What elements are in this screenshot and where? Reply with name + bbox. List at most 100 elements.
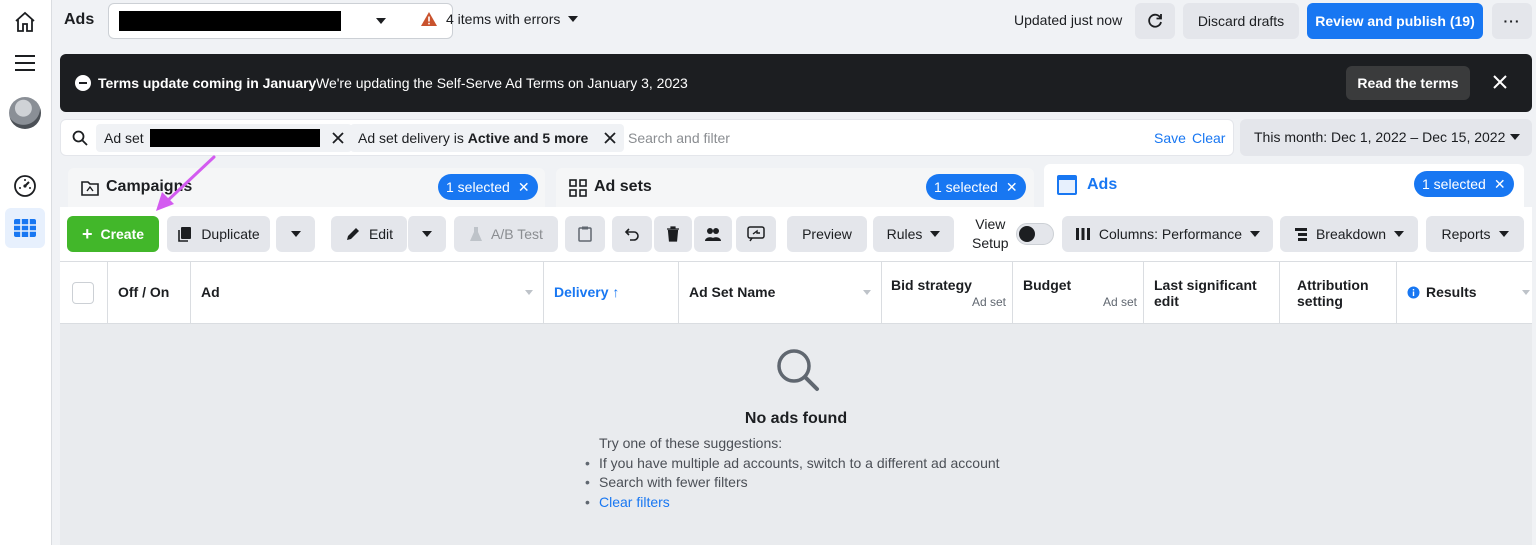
column-label: Budget (1023, 277, 1072, 293)
breakdown-button[interactable]: Breakdown (1280, 216, 1418, 252)
close-icon[interactable]: ✕ (1006, 179, 1018, 196)
chevron-down-icon (1394, 231, 1405, 237)
share-icon (747, 226, 765, 242)
close-icon[interactable]: ✕ (1494, 176, 1506, 193)
sort-caret-icon[interactable] (525, 290, 533, 295)
close-icon[interactable]: ✕ (518, 179, 530, 196)
refresh-button[interactable] (1135, 3, 1175, 39)
tab-campaigns[interactable]: Campaigns 1 selected ✕ (68, 168, 545, 208)
ads-manager-table-icon[interactable] (5, 208, 45, 248)
column-label: Ad (201, 284, 220, 300)
discard-drafts-button[interactable]: Discard drafts (1183, 3, 1299, 39)
info-icon[interactable] (1407, 286, 1420, 299)
filter-chip-ad-set[interactable]: Ad set (96, 124, 352, 152)
export-button[interactable] (736, 216, 776, 252)
undo-button[interactable] (612, 216, 652, 252)
menu-icon[interactable] (9, 47, 41, 79)
dashboard-gauge-icon[interactable] (9, 170, 41, 202)
edit-button[interactable]: Edit (331, 216, 407, 252)
chip-label: Ad set (104, 130, 144, 146)
close-icon[interactable] (1490, 72, 1510, 92)
column-attribution-setting[interactable]: Attribution setting (1280, 262, 1397, 324)
reports-label: Reports (1441, 226, 1491, 242)
close-icon[interactable] (332, 132, 344, 144)
breakdown-icon (1294, 228, 1307, 241)
column-label: Attribution setting (1297, 277, 1369, 309)
date-range-picker[interactable]: This month: Dec 1, 2022 – Dec 15, 2022 (1240, 119, 1532, 156)
clear-filter-link[interactable]: Clear (1192, 130, 1225, 146)
top-bar: Ads 4 items with errors Updated just now… (52, 0, 1536, 40)
selected-badge[interactable]: 1 selected ✕ (926, 174, 1026, 200)
filter-chip-delivery[interactable]: Ad set delivery is Active and 5 more (350, 124, 625, 152)
create-label: Create (100, 226, 145, 242)
edit-label: Edit (368, 226, 394, 242)
selected-badge[interactable]: 1 selected ✕ (1414, 171, 1514, 197)
ads-table-panel: + Create Duplicate Edit A/B Test Preview… (60, 207, 1532, 545)
review-publish-button[interactable]: Review and publish (19) (1307, 3, 1483, 39)
ad-window-icon (1057, 175, 1077, 195)
sort-caret-icon[interactable] (863, 290, 871, 295)
ad-account-select[interactable] (108, 3, 453, 39)
column-delivery[interactable]: Delivery ↑ (544, 262, 679, 324)
column-sublabel: Ad set (971, 295, 1006, 309)
column-label-line2: setting (1297, 293, 1343, 309)
read-terms-button[interactable]: Read the terms (1346, 66, 1470, 100)
chip-label: Ad set delivery is Active and 5 more (358, 130, 588, 146)
duplicate-label: Duplicate (201, 226, 260, 242)
terms-update-banner: Terms update coming in January We're upd… (60, 54, 1532, 112)
search-filter-input[interactable]: Search and filter (628, 130, 730, 146)
preview-button[interactable]: Preview (787, 216, 867, 252)
refresh-icon (1148, 13, 1162, 28)
duplicate-button[interactable]: Duplicate (167, 216, 270, 252)
chevron-down-icon (930, 231, 941, 237)
column-label: Bid strategy (891, 277, 972, 293)
duplicate-options-button[interactable] (276, 216, 315, 252)
selected-badge[interactable]: 1 selected ✕ (438, 174, 538, 200)
table-header: Off / On Ad Delivery ↑ Ad Set Name Bid s… (60, 261, 1532, 324)
column-sublabel: Ad set (1102, 295, 1137, 309)
save-filter-link[interactable]: Save (1154, 130, 1186, 146)
close-icon[interactable] (604, 132, 616, 144)
chip-bold: Active and 5 more (467, 130, 589, 146)
column-last-significant-edit[interactable]: Last significant edit (1144, 262, 1280, 324)
chevron-down-icon (422, 231, 432, 237)
audience-button[interactable] (694, 216, 732, 252)
reports-button[interactable]: Reports (1426, 216, 1524, 252)
avatar[interactable] (9, 97, 41, 129)
redacted-account-name (119, 11, 341, 31)
edit-options-button[interactable] (407, 216, 446, 252)
column-ad[interactable]: Ad (191, 262, 544, 324)
ab-test-button[interactable]: A/B Test (454, 216, 558, 252)
table-toolbar: + Create Duplicate Edit A/B Test Preview… (60, 207, 1532, 261)
tab-ad-sets[interactable]: Ad sets 1 selected ✕ (556, 168, 1034, 208)
column-budget[interactable]: Budget Ad set (1013, 262, 1144, 324)
duplicate-icon (178, 227, 192, 242)
info-minus-icon (75, 75, 91, 91)
select-all-cell (60, 262, 108, 324)
column-results[interactable]: Results (1397, 262, 1532, 324)
updated-status: Updated just now (1014, 12, 1123, 28)
filter-bar: Ad set Ad set delivery is Active and 5 m… (60, 119, 1234, 156)
more-options-button[interactable]: ··· (1492, 3, 1532, 39)
column-label: Ad Set Name (689, 284, 776, 300)
errors-dropdown[interactable]: 4 items with errors (420, 11, 579, 27)
tab-ads[interactable]: Ads 1 selected ✕ (1044, 164, 1524, 208)
sort-caret-icon[interactable] (1522, 290, 1530, 295)
errors-label: 4 items with errors (446, 11, 561, 27)
table-body-empty: No ads found Try one of these suggestion… (60, 324, 1532, 545)
rules-button[interactable]: Rules (873, 216, 954, 252)
clear-filters-link[interactable]: Clear filters (585, 493, 1000, 513)
column-off-on[interactable]: Off / On (108, 262, 191, 324)
home-icon[interactable] (9, 6, 41, 38)
create-button[interactable]: + Create (67, 216, 159, 252)
column-ad-set-name[interactable]: Ad Set Name (679, 262, 882, 324)
delete-button[interactable] (654, 216, 692, 252)
clipboard-button[interactable] (565, 216, 605, 252)
left-nav-rail (0, 0, 52, 545)
empty-state-title: No ads found (744, 410, 848, 427)
view-setup-toggle[interactable] (1016, 223, 1054, 245)
badge-label: 1 selected (934, 179, 998, 195)
column-bid-strategy[interactable]: Bid strategy Ad set (882, 262, 1013, 324)
select-all-checkbox[interactable] (72, 282, 94, 304)
columns-button[interactable]: Columns: Performance (1062, 216, 1273, 252)
